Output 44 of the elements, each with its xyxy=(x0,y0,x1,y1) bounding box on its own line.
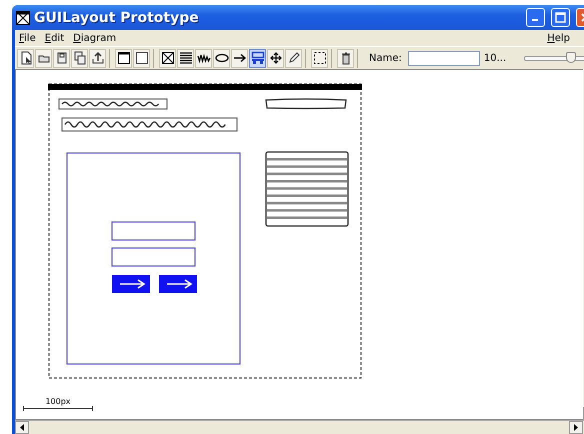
marquee-icon xyxy=(312,51,326,65)
zoom-label: 10... xyxy=(484,52,506,64)
tool-button[interactable] xyxy=(249,48,266,68)
right-arrow-icon xyxy=(574,424,578,431)
tool-button[interactable] xyxy=(285,48,302,68)
tool-button[interactable] xyxy=(337,48,354,68)
zoom-slider-thumb[interactable] xyxy=(566,52,576,63)
menu-item[interactable]: Edit xyxy=(44,32,64,44)
tool-button[interactable] xyxy=(53,48,70,68)
tool-button[interactable] xyxy=(71,48,88,68)
scroll-left-button[interactable] xyxy=(15,421,29,434)
pencil-icon xyxy=(286,51,300,65)
maximize-icon xyxy=(555,12,566,23)
menu-item[interactable]: File xyxy=(19,32,36,44)
tool-button[interactable] xyxy=(159,48,176,68)
list-icon xyxy=(178,51,192,65)
tool-button[interactable] xyxy=(195,48,212,68)
menu-item[interactable]: Help xyxy=(547,32,570,44)
menu-item[interactable]: Diagram xyxy=(73,32,116,44)
tool-button[interactable] xyxy=(115,48,132,68)
export-icon xyxy=(90,51,104,65)
save-as-icon xyxy=(72,51,86,65)
tool-button[interactable] xyxy=(17,48,34,68)
move-icon xyxy=(268,51,282,65)
maximize-button[interactable] xyxy=(551,8,570,27)
save-icon xyxy=(54,51,68,65)
name-field[interactable] xyxy=(408,50,480,66)
app-icon xyxy=(16,10,30,24)
tool-button[interactable] xyxy=(89,48,106,68)
left-arrow-icon xyxy=(20,424,24,431)
scale-label: 100px xyxy=(45,397,71,406)
tool-button[interactable] xyxy=(231,48,248,68)
scale-ruler xyxy=(23,406,93,411)
minimize-button[interactable] xyxy=(526,8,545,27)
tool-button[interactable] xyxy=(213,48,230,68)
scroll-right-button[interactable] xyxy=(569,421,583,434)
window-title: GUILayout Prototype xyxy=(34,10,200,26)
name-label: Name: xyxy=(369,52,402,64)
tool-button[interactable] xyxy=(35,48,52,68)
window-icon xyxy=(116,51,130,65)
tool-button[interactable] xyxy=(133,48,150,68)
tool-button[interactable] xyxy=(311,48,328,68)
tool-button[interactable] xyxy=(267,48,284,68)
tool-button[interactable] xyxy=(177,48,194,68)
